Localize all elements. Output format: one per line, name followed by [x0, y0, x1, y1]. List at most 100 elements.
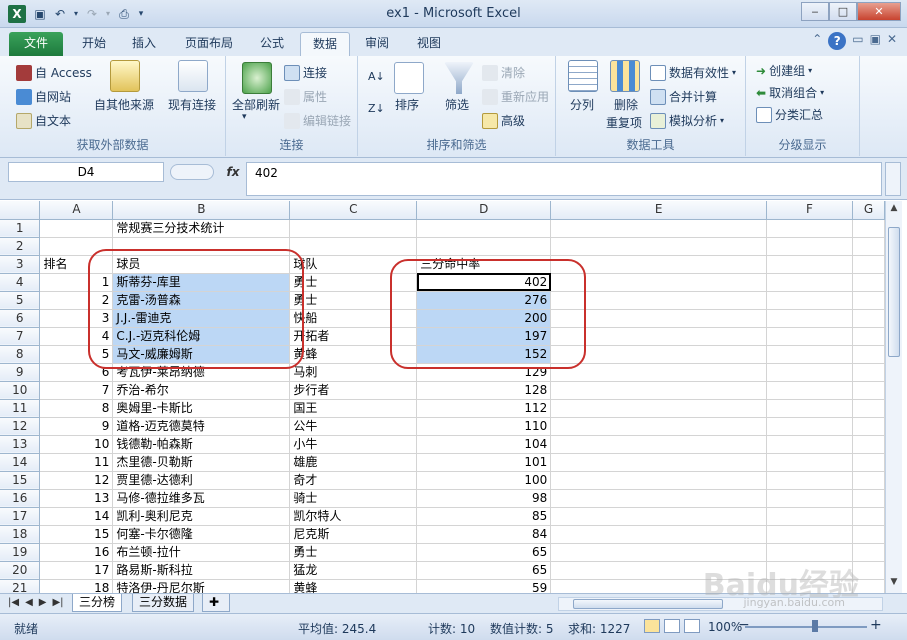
cell-b[interactable]: C.J.-迈克科伦姆 — [112, 327, 291, 346]
cell-g[interactable] — [852, 255, 885, 274]
cell-d[interactable]: 65 — [416, 561, 552, 580]
cell-a[interactable]: 3 — [39, 309, 114, 328]
cell-f[interactable] — [766, 417, 853, 436]
edit-links-button[interactable]: 编辑链接 — [284, 112, 351, 129]
cell-e[interactable] — [550, 471, 768, 490]
cell-a[interactable] — [39, 237, 114, 256]
cell-b[interactable]: 钱德勒-帕森斯 — [112, 435, 291, 454]
select-all-corner[interactable] — [0, 201, 41, 220]
tab-insert[interactable]: 插入 — [120, 32, 168, 56]
from-text-button[interactable]: 自文本 — [16, 112, 71, 129]
cell-b[interactable]: 奥姆里-卡斯比 — [112, 399, 291, 418]
cell-e[interactable] — [550, 219, 768, 238]
cell-f[interactable] — [766, 489, 853, 508]
cell-e[interactable] — [550, 327, 768, 346]
sheet-tab-1[interactable]: 三分榜 — [72, 594, 123, 612]
cell-e[interactable] — [550, 309, 768, 328]
next-sheet-icon[interactable]: ▶ — [39, 597, 47, 608]
scroll-down-icon[interactable]: ▼ — [888, 577, 900, 591]
prev-sheet-icon[interactable]: ◀ — [25, 597, 33, 608]
cell-f[interactable] — [766, 219, 853, 238]
cell-a[interactable]: 15 — [39, 525, 114, 544]
row-header[interactable]: 20 — [0, 561, 41, 580]
cell-d[interactable]: 59 — [416, 579, 552, 593]
vertical-scroll-thumb[interactable] — [888, 227, 900, 357]
cell-d[interactable]: 197 — [416, 327, 552, 346]
tab-view[interactable]: 视图 — [406, 32, 452, 56]
refresh-all-button[interactable]: 全部刷新 — [232, 96, 280, 113]
cell-f[interactable] — [766, 291, 853, 310]
cell-c[interactable]: 奇才 — [289, 471, 418, 490]
cell-a[interactable] — [39, 219, 114, 238]
cell-f[interactable] — [766, 453, 853, 472]
help-icon[interactable]: ? — [828, 32, 847, 50]
cell-d[interactable]: 65 — [416, 543, 552, 562]
row-header[interactable]: 5 — [0, 291, 41, 310]
cell-b[interactable]: 路易斯-斯科拉 — [112, 561, 291, 580]
cell-g[interactable] — [852, 327, 885, 346]
row-header[interactable]: 11 — [0, 399, 41, 418]
cell-b[interactable]: 斯蒂芬-库里 — [112, 273, 291, 292]
tab-formulas[interactable]: 公式 — [248, 32, 296, 56]
row-header[interactable]: 21 — [0, 579, 41, 593]
row-header[interactable]: 6 — [0, 309, 41, 328]
cell-e[interactable] — [550, 363, 768, 382]
ungroup-button[interactable]: ⬅ 取消组合 ▾ — [756, 84, 824, 101]
row-header[interactable]: 18 — [0, 525, 41, 544]
cell-f[interactable] — [766, 237, 853, 256]
cell-e[interactable] — [550, 399, 768, 418]
cell-g[interactable] — [852, 435, 885, 454]
column-header-e[interactable]: E — [550, 201, 768, 220]
sort-button[interactable]: 排序 — [395, 96, 419, 113]
page-break-view-icon[interactable] — [684, 619, 700, 633]
cell-g[interactable] — [852, 417, 885, 436]
cell-c[interactable]: 快船 — [289, 309, 418, 328]
normal-view-icon[interactable] — [644, 619, 660, 633]
cell-e[interactable] — [550, 255, 768, 274]
cell-f[interactable] — [766, 525, 853, 544]
page-layout-view-icon[interactable] — [664, 619, 680, 633]
cell-f[interactable] — [766, 543, 853, 562]
data-validation-button[interactable]: 数据有效性 ▾ — [650, 64, 736, 81]
cell-b[interactable]: 道格-迈克德莫特 — [112, 417, 291, 436]
scroll-up-icon[interactable]: ▲ — [888, 203, 900, 217]
horizontal-scroll-thumb[interactable] — [573, 599, 723, 609]
cell-f[interactable] — [766, 309, 853, 328]
cell-d[interactable]: 三分命中率 — [416, 255, 552, 274]
cell-e[interactable] — [550, 417, 768, 436]
advanced-filter-button[interactable]: 高级 — [482, 112, 525, 129]
row-header[interactable]: 3 — [0, 255, 41, 274]
column-header-c[interactable]: C — [289, 201, 418, 220]
restore-workbook-icon[interactable]: ▣ — [870, 32, 881, 50]
connections-button[interactable]: 连接 — [284, 64, 327, 81]
cell-d[interactable]: 129 — [416, 363, 552, 382]
cell-c[interactable]: 凯尔特人 — [289, 507, 418, 526]
cell-d[interactable]: 104 — [416, 435, 552, 454]
row-header[interactable]: 14 — [0, 453, 41, 472]
subtotal-button[interactable]: 分类汇总 — [756, 106, 823, 123]
insert-sheet-icon[interactable]: ✚ — [202, 594, 230, 612]
cell-d[interactable]: 100 — [416, 471, 552, 490]
insert-function-icon[interactable]: fx — [222, 162, 244, 182]
from-access-button[interactable]: 自 Access — [16, 64, 92, 81]
cell-g[interactable] — [852, 543, 885, 562]
minimize-workbook-icon[interactable]: ▭ — [852, 32, 863, 50]
row-header[interactable]: 16 — [0, 489, 41, 508]
reapply-button[interactable]: 重新应用 — [482, 88, 549, 105]
cell-g[interactable] — [852, 345, 885, 364]
remove-duplicates-button-2[interactable]: 重复项 — [606, 114, 642, 131]
cell-d[interactable]: 128 — [416, 381, 552, 400]
cell-d[interactable]: 276 — [416, 291, 552, 310]
cell-c[interactable]: 猛龙 — [289, 561, 418, 580]
cell-d[interactable]: 402 — [416, 273, 552, 292]
cell-e[interactable] — [550, 435, 768, 454]
cell-a[interactable]: 14 — [39, 507, 114, 526]
other-sources-button[interactable]: 自其他来源 — [94, 96, 154, 113]
cell-b[interactable]: 乔治-希尔 — [112, 381, 291, 400]
row-header[interactable]: 7 — [0, 327, 41, 346]
row-header[interactable]: 2 — [0, 237, 41, 256]
cell-e[interactable] — [550, 273, 768, 292]
cell-c[interactable]: 勇士 — [289, 291, 418, 310]
cell-d[interactable] — [416, 219, 552, 238]
first-sheet-icon[interactable]: |◀ — [8, 597, 19, 608]
